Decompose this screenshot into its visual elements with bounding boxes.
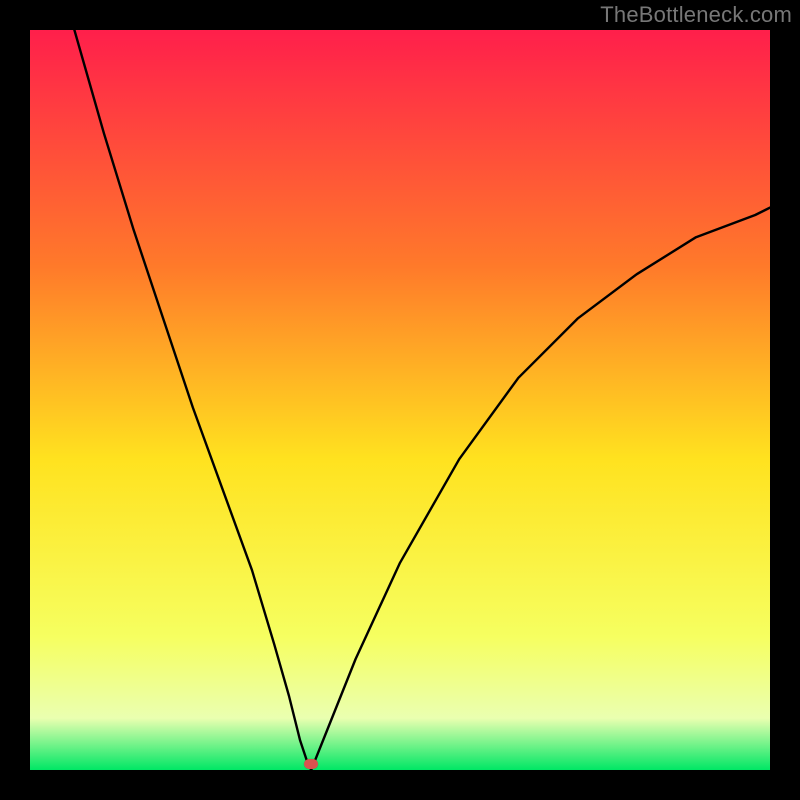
minimum-marker	[304, 759, 318, 769]
plot-svg	[30, 30, 770, 770]
watermark-text: TheBottleneck.com	[600, 2, 792, 28]
chart-frame: TheBottleneck.com	[0, 0, 800, 800]
gradient-background	[30, 30, 770, 770]
plot-area	[30, 30, 770, 770]
